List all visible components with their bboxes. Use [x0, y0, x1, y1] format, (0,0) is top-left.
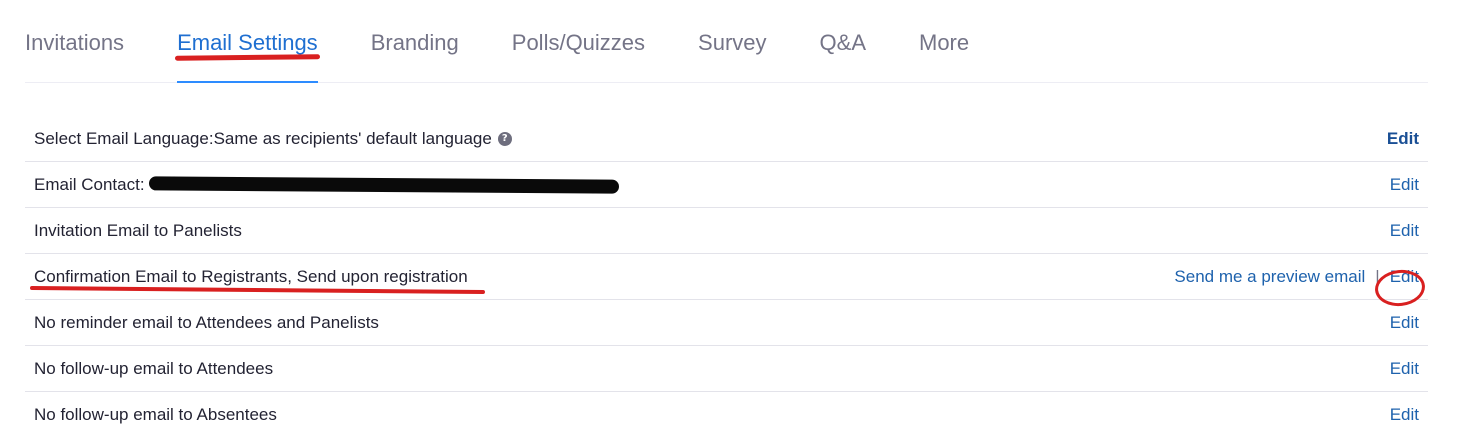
- setting-label: Select Email Language:Same as recipients…: [34, 129, 1387, 149]
- tab-email-settings[interactable]: Email Settings: [175, 0, 320, 83]
- row-actions: Edit: [1390, 405, 1419, 425]
- confirmation-email-label: Confirmation Email to Registrants, Send …: [34, 266, 468, 286]
- setting-row-email-language: Select Email Language:Same as recipients…: [25, 116, 1428, 162]
- setting-label: No follow-up email to Absentees: [34, 405, 1390, 425]
- tab-email-settings-label: Email Settings: [177, 30, 318, 55]
- edit-panelist-invitation-link[interactable]: Edit: [1390, 221, 1419, 241]
- reminder-email-label: No reminder email to Attendees and Panel…: [34, 312, 379, 332]
- row-actions: Edit: [1390, 175, 1419, 195]
- setting-label: Email Contact:: [34, 175, 1390, 195]
- followup-absentees-label: No follow-up email to Absentees: [34, 405, 277, 424]
- settings-tabs: Invitations Email Settings Branding Poll…: [25, 0, 1428, 83]
- row-actions: Edit: [1387, 129, 1419, 149]
- panelist-invitation-label: Invitation Email to Panelists: [34, 220, 242, 240]
- setting-label: Invitation Email to Panelists: [34, 221, 1390, 241]
- row-actions: Send me a preview email | Edit: [1174, 267, 1427, 309]
- setting-row-followup-absentees: No follow-up email to Absentees Edit: [25, 392, 1428, 438]
- active-tab-indicator: [177, 81, 318, 83]
- email-settings-list: Select Email Language:Same as recipients…: [25, 116, 1428, 438]
- setting-row-email-contact: Email Contact: Edit: [25, 162, 1428, 208]
- setting-label: Confirmation Email to Registrants, Send …: [34, 267, 1174, 287]
- redaction-mark: [148, 175, 619, 194]
- annotation-red-underline-row: [29, 286, 486, 294]
- edit-followup-attendees-link[interactable]: Edit: [1390, 359, 1419, 379]
- setting-row-reminder-email: No reminder email to Attendees and Panel…: [25, 300, 1428, 346]
- row-actions: Edit: [1390, 221, 1419, 241]
- email-language-label: Select Email Language:Same as recipients…: [34, 128, 492, 148]
- tab-qa[interactable]: Q&A: [820, 0, 866, 82]
- email-contact-label: Email Contact:: [34, 174, 145, 194]
- setting-row-followup-attendees: No follow-up email to Attendees Edit: [25, 346, 1428, 392]
- edit-reminder-email-link[interactable]: Edit: [1390, 313, 1419, 333]
- annotation-red-underline-tab: [175, 54, 320, 61]
- send-preview-email-link[interactable]: Send me a preview email: [1174, 267, 1365, 287]
- edit-email-language-link[interactable]: Edit: [1387, 129, 1419, 149]
- tab-polls-quizzes[interactable]: Polls/Quizzes: [512, 0, 645, 82]
- edit-email-contact-link[interactable]: Edit: [1390, 175, 1419, 195]
- tab-more[interactable]: More: [919, 0, 969, 82]
- tab-invitations[interactable]: Invitations: [25, 0, 124, 82]
- followup-attendees-label: No follow-up email to Attendees: [34, 358, 274, 378]
- setting-label: No follow-up email to Attendees: [34, 359, 1390, 379]
- row-actions: Edit: [1390, 359, 1419, 379]
- tab-branding[interactable]: Branding: [371, 0, 459, 82]
- setting-row-panelist-invitation: Invitation Email to Panelists Edit: [25, 208, 1428, 254]
- setting-label: No reminder email to Attendees and Panel…: [34, 313, 1390, 333]
- help-icon[interactable]: ?: [497, 131, 512, 146]
- row-actions: Edit: [1390, 313, 1419, 333]
- edit-followup-absentees-link[interactable]: Edit: [1390, 405, 1419, 425]
- tab-survey[interactable]: Survey: [698, 0, 766, 82]
- setting-row-confirmation-email: Confirmation Email to Registrants, Send …: [25, 254, 1428, 309]
